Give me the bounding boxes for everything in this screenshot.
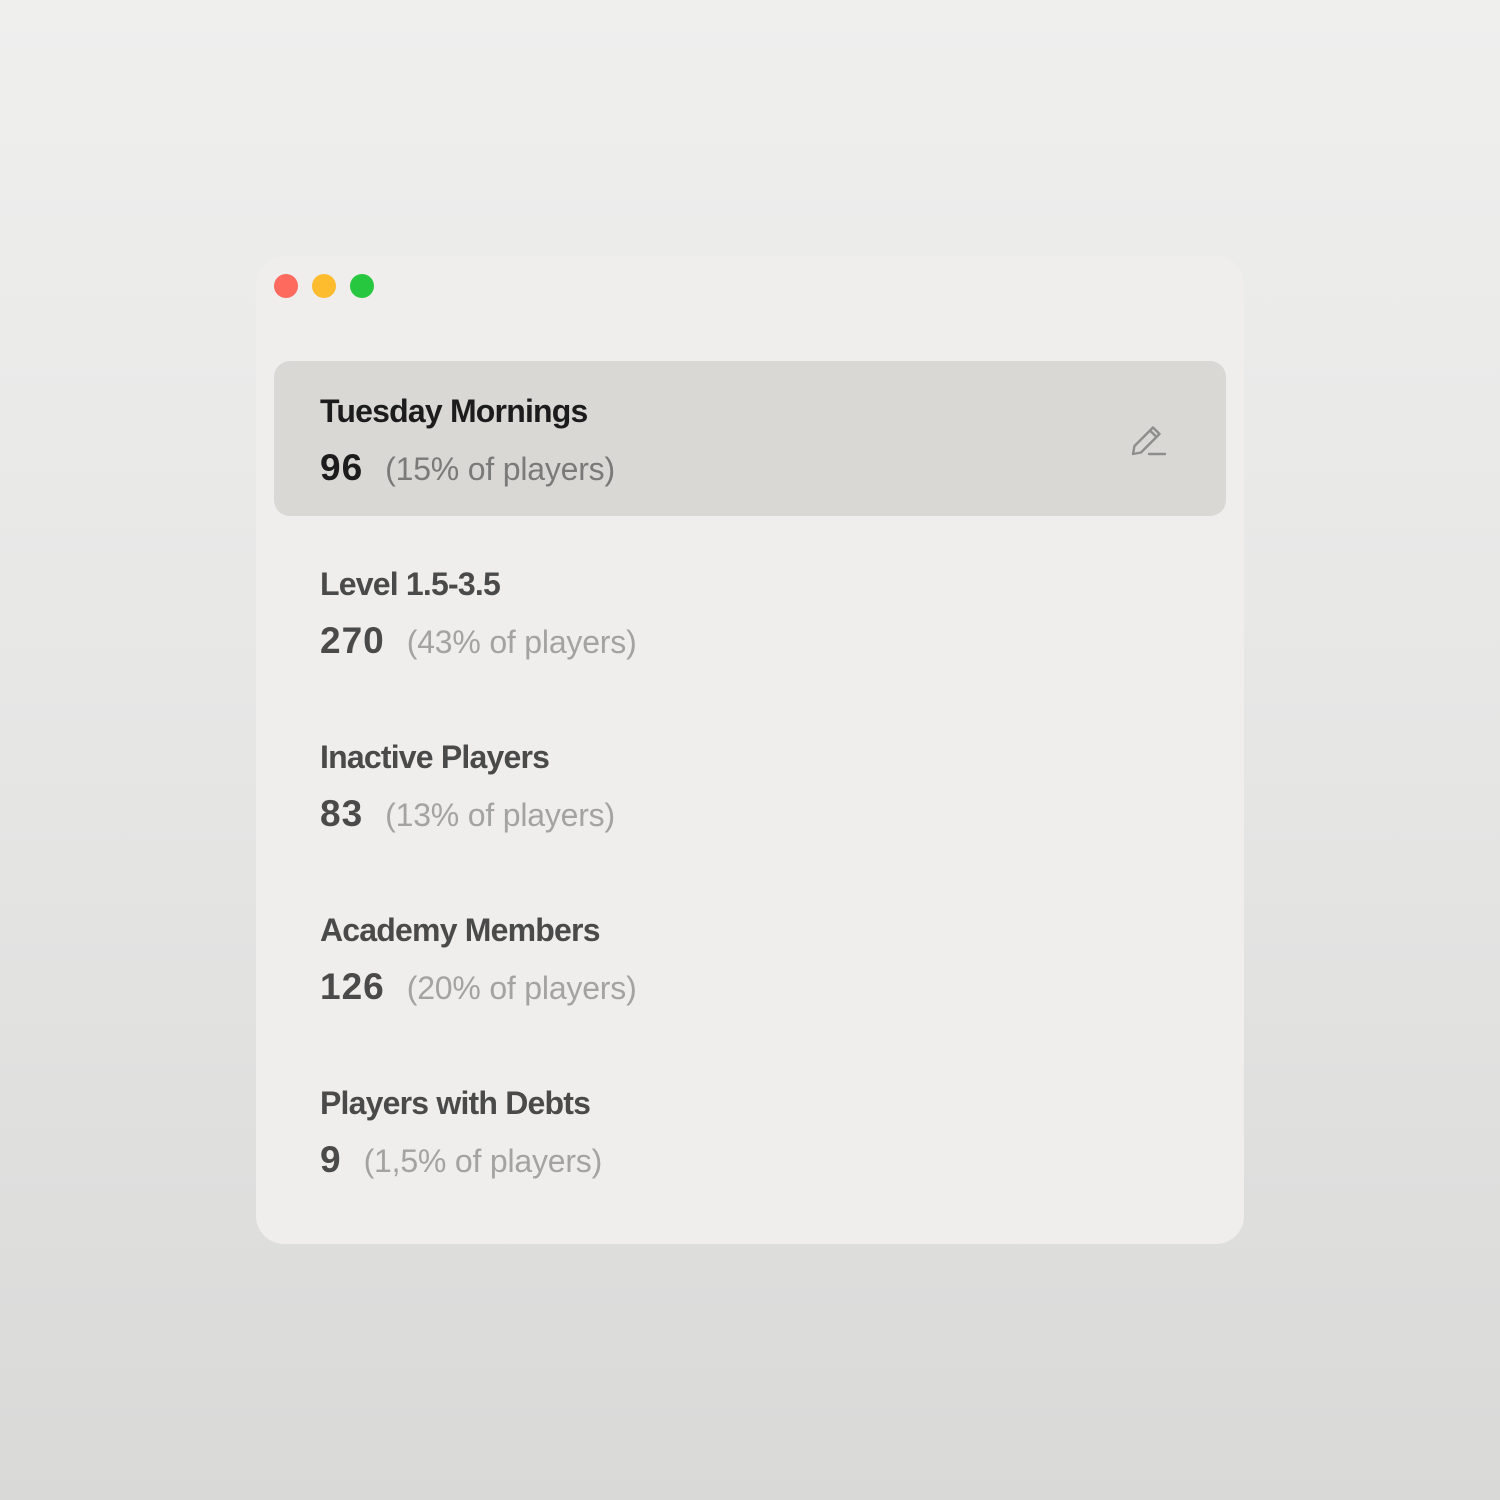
segment-list: Tuesday Mornings 96 (15% of players) Leve…	[274, 361, 1226, 1226]
segment-stats: 270 (43% of players)	[320, 619, 1226, 671]
segment-percent: (43% of players)	[406, 624, 637, 660]
segment-item-academy-members[interactable]: Academy Members 126 (20% of players)	[274, 880, 1226, 1035]
segment-percent: (15% of players)	[385, 451, 615, 487]
segment-percent: (1,5% of players)	[363, 1143, 603, 1179]
edit-segment-button[interactable]	[1126, 417, 1170, 461]
segment-count: 9	[320, 1139, 342, 1180]
segment-percent: (20% of players)	[406, 970, 637, 1006]
segment-count: 96	[320, 447, 364, 488]
segment-name: Tuesday Mornings	[320, 393, 588, 429]
segment-count: 126	[320, 966, 385, 1007]
segment-item-level-range[interactable]: Level 1.5-3.5 270 (43% of players)	[274, 534, 1226, 689]
app-window: Tuesday Mornings 96 (15% of players) Leve…	[256, 256, 1244, 1244]
segment-stats: 9 (1,5% of players)	[320, 1138, 1226, 1190]
segment-item-tuesday-mornings[interactable]: Tuesday Mornings 96 (15% of players)	[274, 361, 1226, 516]
segment-count: 83	[320, 793, 364, 834]
pencil-icon	[1131, 426, 1167, 456]
segment-name: Inactive Players	[320, 739, 550, 775]
segment-stats: 83 (13% of players)	[320, 792, 1226, 844]
segment-stats: 126 (20% of players)	[320, 965, 1226, 1017]
segment-stats: 96 (15% of players)	[320, 446, 1226, 498]
segment-percent: (13% of players)	[385, 797, 615, 833]
minimize-window-button[interactable]	[312, 274, 336, 298]
zoom-window-button[interactable]	[350, 274, 374, 298]
segment-name: Academy Members	[320, 912, 601, 948]
segment-name: Level 1.5-3.5	[320, 566, 501, 602]
close-window-button[interactable]	[274, 274, 298, 298]
segment-name: Players with Debts	[320, 1085, 591, 1121]
segment-item-inactive-players[interactable]: Inactive Players 83 (13% of players)	[274, 707, 1226, 862]
segment-count: 270	[320, 620, 385, 661]
segment-item-players-with-debts[interactable]: Players with Debts 9 (1,5% of players)	[274, 1053, 1226, 1208]
window-controls	[274, 274, 374, 298]
